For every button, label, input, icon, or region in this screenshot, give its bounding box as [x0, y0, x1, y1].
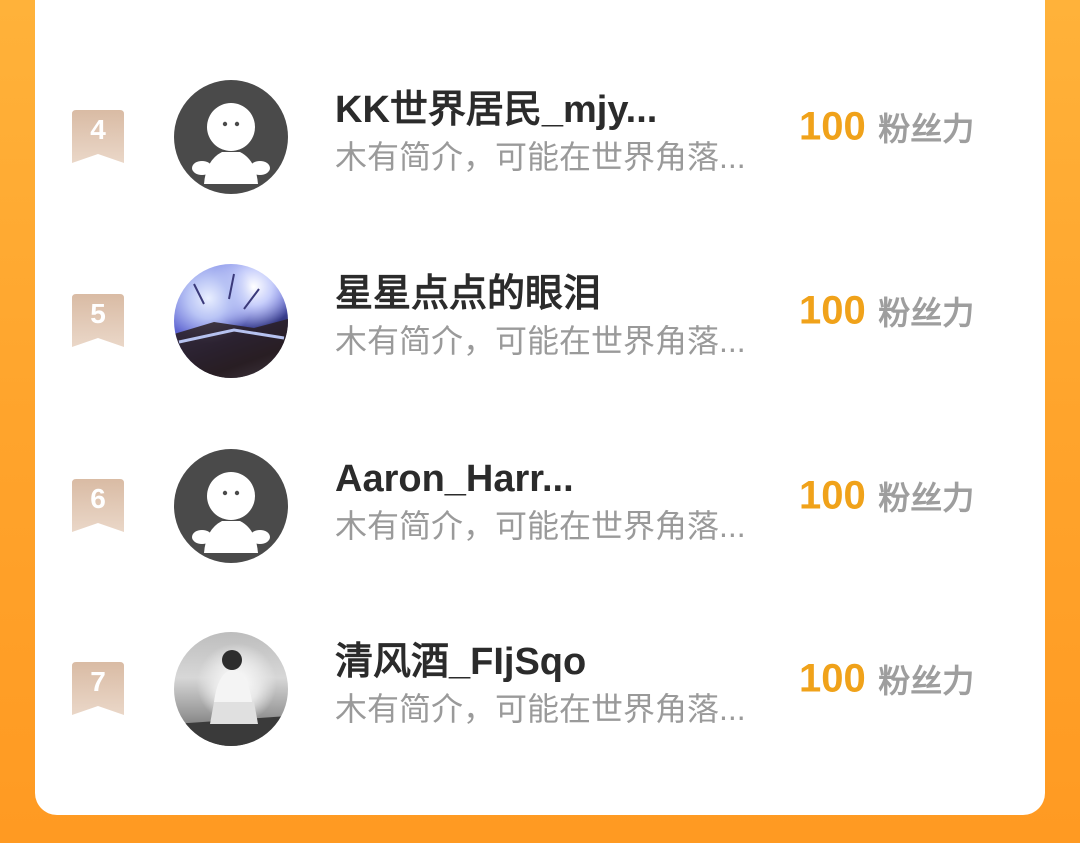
default-avatar[interactable]: [174, 80, 288, 194]
score-value: 100: [799, 104, 866, 149]
fan-power-score: 100 粉丝力: [799, 473, 974, 519]
rank-badge: 7: [72, 662, 124, 715]
rank-number: 6: [90, 483, 106, 514]
list-item[interactable]: 6 Aaron_Harr... 木有简介，可能在世界角落... 100 粉丝力: [35, 449, 1045, 569]
user-bio: 木有简介，可能在世界角落...: [335, 323, 746, 359]
user-name[interactable]: Aaron_Harr...: [335, 455, 574, 503]
score-value: 100: [799, 473, 866, 518]
fan-power-score: 100 粉丝力: [799, 656, 974, 702]
user-bio: 木有简介，可能在世界角落...: [335, 691, 746, 727]
score-unit: 粉丝力: [878, 663, 975, 699]
user-name[interactable]: 星星点点的眼泪: [335, 270, 601, 318]
rank-number: 5: [90, 298, 106, 329]
rank-badge: 5: [72, 294, 124, 347]
rank-badge: 6: [72, 479, 124, 532]
rank-number: 7: [90, 666, 106, 697]
score-value: 100: [799, 656, 866, 701]
list-item[interactable]: 7 清风酒_FIjSqo 木有简介，可能在世界角落... 100 粉丝力: [35, 632, 1045, 752]
rank-badge: 4: [72, 110, 124, 163]
default-avatar[interactable]: [174, 449, 288, 563]
list-item[interactable]: 4 KK世界居民_mjy... 木有简介，可能在世界角落... 100 粉丝力: [35, 80, 1045, 200]
photo-avatar[interactable]: [174, 264, 288, 378]
leaderboard-card: 4 KK世界居民_mjy... 木有简介，可能在世界角落... 100 粉丝力: [35, 0, 1045, 815]
list-item[interactable]: 5 星星点点的眼泪 木有简介，可能在世界角落... 100 粉丝力: [35, 264, 1045, 384]
user-bio: 木有简介，可能在世界角落...: [335, 508, 746, 544]
user-name[interactable]: 清风酒_FIjSqo: [335, 638, 586, 686]
score-value: 100: [799, 288, 866, 333]
rank-number: 4: [90, 114, 106, 145]
fan-power-score: 100 粉丝力: [799, 104, 974, 150]
photo-avatar[interactable]: [174, 632, 288, 746]
score-unit: 粉丝力: [878, 480, 975, 516]
fan-power-score: 100 粉丝力: [799, 288, 974, 334]
score-unit: 粉丝力: [878, 111, 975, 147]
user-name[interactable]: KK世界居民_mjy...: [335, 86, 657, 134]
score-unit: 粉丝力: [878, 295, 975, 331]
user-bio: 木有简介，可能在世界角落...: [335, 139, 746, 175]
